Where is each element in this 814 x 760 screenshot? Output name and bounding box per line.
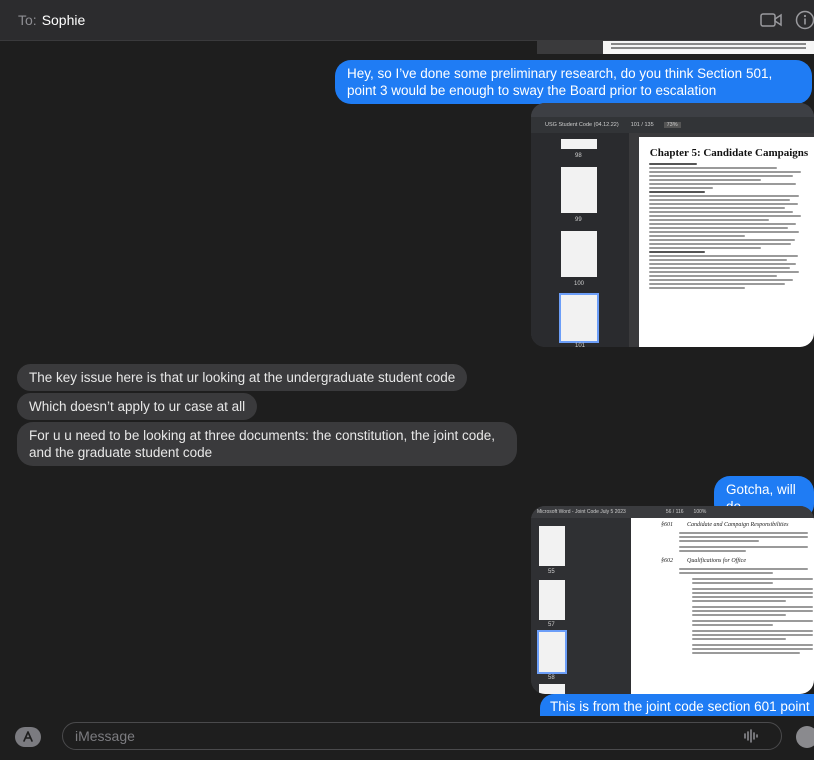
pdf-page: Chapter 5: Candidate Campaigns <box>639 137 814 347</box>
partial-page <box>603 41 814 54</box>
pdf-doc-title: Microsoft Word - Joint Code July 5 2023 <box>537 509 626 515</box>
thumbnail-page[interactable] <box>539 580 565 620</box>
thumbnail-number: 58 <box>548 675 555 681</box>
info-icon[interactable] <box>794 10 814 30</box>
message-input-box[interactable] <box>62 722 782 750</box>
thumbnail-page-selected[interactable] <box>559 293 599 343</box>
thumbnail-number: 55 <box>548 569 555 575</box>
message-text: Hey, so I’ve done some preliminary resea… <box>347 66 773 98</box>
message-bubble-sent[interactable]: Hey, so I’ve done some preliminary resea… <box>335 60 812 104</box>
message-text: Which doesn’t apply to ur case at all <box>29 399 246 414</box>
pdf-zoom: 100% <box>693 509 707 515</box>
section-number: §601 <box>661 522 673 528</box>
thumbnail-page[interactable] <box>539 684 565 694</box>
to-label: To: <box>18 12 37 28</box>
thumbnail-number: 98 <box>575 153 582 159</box>
section-number: §602 <box>661 558 673 564</box>
message-bubble-received[interactable]: The key issue here is that ur looking at… <box>17 364 468 391</box>
thumbnail-number: 57 <box>548 622 555 628</box>
emoji-icon[interactable] <box>796 726 814 748</box>
pdf-page: §601 Candidate and Campaign Responsibili… <box>631 518 814 694</box>
image-attachment-joint-code[interactable]: Microsoft Word - Joint Code July 5 2023 … <box>531 506 814 694</box>
thumbnail-page-selected[interactable] <box>537 630 567 674</box>
pdf-toolbar: Microsoft Word - Joint Code July 5 2023 … <box>531 506 814 518</box>
message-text: This is from the joint code section 601 … <box>550 699 810 714</box>
section-title: Qualifications for Office <box>687 558 746 564</box>
message-input[interactable] <box>75 728 715 744</box>
chapter-title: Chapter 5: Candidate Campaigns <box>649 147 809 159</box>
pdf-doc-title: USG Student Code (04.12.22) <box>545 122 619 128</box>
app-store-icon[interactable] <box>15 727 41 747</box>
pdf-page-indicator: 56 / 116 <box>665 509 684 515</box>
pdf-toolbar: USG Student Code (04.12.22) 101 / 135 73… <box>531 117 814 133</box>
thumbnail-page[interactable] <box>561 167 597 213</box>
thumbnail-number: 99 <box>575 217 582 223</box>
message-bubble-received[interactable]: Which doesn’t apply to ur case at all <box>17 393 258 420</box>
thumbnail-page[interactable] <box>539 526 565 566</box>
thumbnail-panel: 55 57 58 <box>531 518 631 694</box>
waveform-icon[interactable] <box>743 729 759 748</box>
conversation-header: To: Sophie <box>0 0 814 41</box>
pdf-zoom: 73% <box>663 122 681 128</box>
thumbnail-number: 100 <box>574 281 585 287</box>
message-bubble-received[interactable]: For u u need to be looking at three docu… <box>17 422 517 466</box>
thumbnail-panel: 98 99 100 101 <box>531 133 629 347</box>
image-attachment-student-code[interactable]: USG Student Code (04.12.22) 101 / 135 73… <box>531 103 814 347</box>
partial-image-attachment[interactable] <box>537 41 814 54</box>
browser-toolbar <box>531 103 814 117</box>
thumbnail-number: 101 <box>575 343 586 347</box>
thumbnail-page[interactable] <box>561 231 597 277</box>
message-text: For u u need to be looking at three docu… <box>29 428 496 460</box>
pdf-page-indicator: 101 / 135 <box>630 122 654 128</box>
recipient-name[interactable]: Sophie <box>42 12 86 28</box>
thumbnail-page[interactable] <box>561 139 597 149</box>
message-text: The key issue here is that ur looking at… <box>29 370 456 385</box>
section-title: Candidate and Campaign Responsibilities <box>687 522 789 528</box>
video-camera-icon[interactable] <box>760 11 782 29</box>
